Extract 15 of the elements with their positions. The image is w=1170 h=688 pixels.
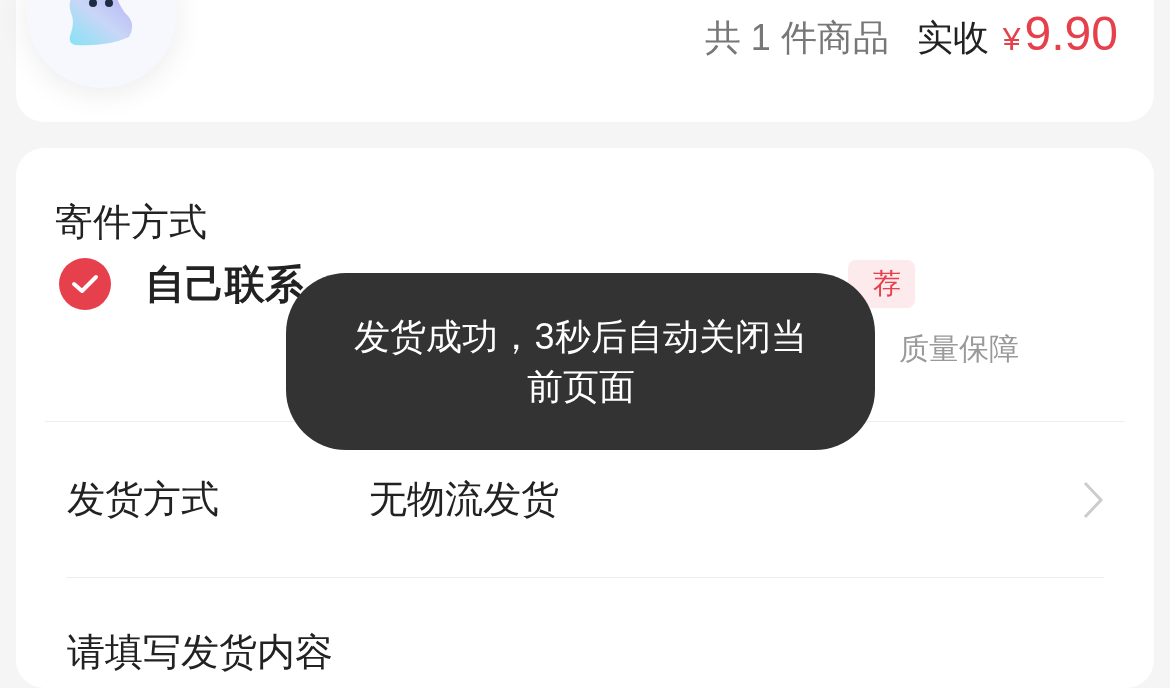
received-label: 实收 [916,16,989,60]
chevron-icon [1082,479,1104,520]
toast-message: 发货成功，3秒后自动关闭当前页面 [353,314,808,409]
delivery-row[interactable]: 发货方式 无物流发货 [16,422,1154,577]
check-icon [71,274,99,294]
quality-note: 质量保障 [899,331,1019,367]
delivery-label: 发货方式 [67,477,220,522]
checkbox[interactable] [59,258,111,310]
delivery-value: 无物流发货 [369,477,560,522]
item-count: 共 1 件商品 [704,16,889,60]
amount: 9.90 [1024,6,1118,62]
section-title: 寄件方式 [54,200,208,245]
currency-symbol: ¥ [1002,20,1021,59]
recommend-tag: 荐 [848,260,915,308]
content-prompt: 请填写发货内容 [66,630,334,675]
